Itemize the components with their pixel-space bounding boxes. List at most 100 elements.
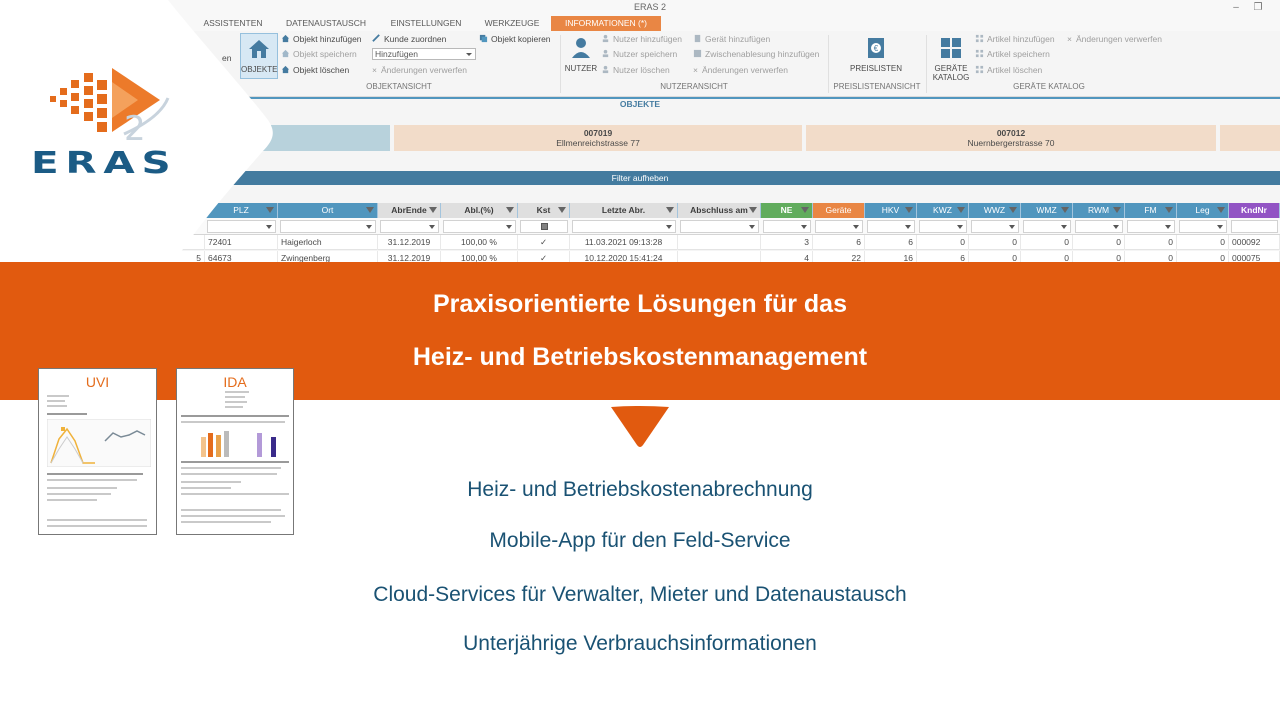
col-kndnr[interactable]: KndNr	[1229, 203, 1280, 218]
preislisten-button-label: PREISLISTEN	[850, 64, 903, 73]
doc-line	[181, 515, 285, 517]
filter-icon[interactable]	[749, 207, 757, 213]
device-icon	[694, 34, 701, 43]
filter-icon[interactable]	[905, 207, 913, 213]
nutzer-speichern-button[interactable]: Nutzer speichern	[601, 48, 677, 60]
filter-field[interactable]	[680, 220, 759, 233]
kunde-zuordnen-button[interactable]: Kunde zuordnen	[372, 33, 446, 45]
filter-icon[interactable]	[1217, 207, 1225, 213]
zwischenablesung-button[interactable]: Zwischenablesung hinzufügen	[693, 48, 819, 60]
object-card[interactable]	[1220, 125, 1280, 151]
maximize-icon[interactable]: ❐	[1250, 1, 1266, 14]
nutzer-loeschen-button[interactable]: Nutzer löschen	[601, 64, 670, 76]
grid-save-icon	[975, 49, 984, 58]
nutzer-aenderungen-verwerfen-button[interactable]: × Änderungen verwerfen	[693, 64, 788, 76]
col-fm[interactable]: FM	[1125, 203, 1177, 218]
filter-field[interactable]	[1023, 220, 1071, 233]
logo-backdrop: 2	[0, 0, 273, 262]
artikel-aenderungen-verwerfen-label: Änderungen verwerfen	[1075, 34, 1162, 44]
nutzer-hinzufuegen-button[interactable]: Nutzer hinzufügen	[601, 33, 682, 45]
artikel-hinzufuegen-button[interactable]: Artikel hinzufügen	[975, 33, 1055, 45]
objekt-speichern-button[interactable]: Objekt speichern	[281, 48, 357, 60]
catalog-grid-icon	[941, 38, 961, 58]
filter-icon[interactable]	[1165, 207, 1173, 213]
filter-field[interactable]	[971, 220, 1019, 233]
filter-field[interactable]	[1179, 220, 1227, 233]
uvi-thumbnail[interactable]: UVI	[38, 368, 157, 535]
feature-cloud-services: Cloud-Services für Verwalter, Mieter und…	[373, 583, 907, 606]
artikel-aenderungen-verwerfen-button[interactable]: × Änderungen verwerfen	[1067, 33, 1162, 45]
geraete-katalog-button[interactable]: GERÄTE KATALOG	[930, 33, 972, 82]
col-kst[interactable]: Kst	[518, 203, 570, 218]
col-wmz[interactable]: WMZ	[1021, 203, 1073, 218]
col-wwz[interactable]: WWZ	[969, 203, 1021, 218]
col-letzte-abr[interactable]: Letzte Abr.	[570, 203, 678, 218]
ida-thumbnail[interactable]: IDA	[176, 368, 294, 535]
objekt-loeschen-button[interactable]: Objekt löschen	[281, 64, 349, 76]
filter-icon[interactable]	[429, 207, 437, 213]
col-geraete[interactable]: Geräte	[813, 203, 865, 218]
filter-field[interactable]	[1231, 220, 1278, 233]
col-abl[interactable]: Abl.(%)	[441, 203, 518, 218]
doc-line	[181, 509, 281, 511]
filter-icon[interactable]	[366, 207, 374, 213]
artikel-speichern-button[interactable]: Artikel speichern	[975, 48, 1050, 60]
artikel-loeschen-button[interactable]: Artikel löschen	[975, 64, 1042, 76]
doc-line	[181, 467, 281, 469]
filter-checkbox[interactable]	[520, 220, 568, 233]
filter-icon[interactable]	[1009, 207, 1017, 213]
object-card[interactable]: 007012 Nuernbergerstrasse 70	[806, 125, 1216, 151]
col-geraete-label: Geräte	[825, 205, 852, 215]
filter-field[interactable]	[572, 220, 676, 233]
cell-leg: 0	[1177, 235, 1229, 250]
nutzer-button-label: NUTZER	[564, 64, 598, 73]
aenderungen-verwerfen-button[interactable]: × Änderungen verwerfen	[372, 64, 467, 76]
preislisten-button[interactable]: € PREISLISTEN	[850, 33, 902, 73]
ida-mini-chart	[201, 431, 276, 457]
cell-ort: Haigerloch	[278, 235, 378, 250]
object-card[interactable]: 007019 Ellmenreichstrasse 77	[394, 125, 802, 151]
filter-field[interactable]	[280, 220, 376, 233]
filter-icon[interactable]	[1061, 207, 1069, 213]
nutzer-button[interactable]: NUTZER	[563, 33, 599, 73]
filter-field[interactable]	[443, 220, 516, 233]
objekt-kopieren-button[interactable]: Objekt kopieren	[479, 33, 551, 45]
logo-superscript: 2	[124, 109, 146, 149]
ida-label: IDA	[223, 374, 247, 390]
filter-icon[interactable]	[957, 207, 965, 213]
filter-field[interactable]	[380, 220, 439, 233]
col-kwz[interactable]: KWZ	[917, 203, 969, 218]
tab-einstellungen[interactable]: EINSTELLUNGEN	[386, 16, 466, 31]
filter-field[interactable]	[763, 220, 811, 233]
filter-icon[interactable]	[801, 207, 809, 213]
filter-icon[interactable]	[666, 207, 674, 213]
col-ort[interactable]: Ort	[278, 203, 378, 218]
col-hkv[interactable]: HKV	[865, 203, 917, 218]
doc-line	[47, 405, 67, 407]
filter-field[interactable]	[1075, 220, 1123, 233]
objekt-hinzufuegen-button[interactable]: Objekt hinzufügen	[281, 33, 362, 45]
col-ne[interactable]: NE	[761, 203, 813, 218]
tab-datenaustausch[interactable]: DATENAUSTAUSCH	[282, 16, 370, 31]
filter-field[interactable]	[815, 220, 863, 233]
filter-field[interactable]	[1127, 220, 1175, 233]
geraet-hinzufuegen-button[interactable]: Gerät hinzufügen	[693, 33, 770, 45]
close-icon: ×	[1067, 34, 1072, 44]
filter-icon[interactable]	[1113, 207, 1121, 213]
cell-letzte-abr: 11.03.2021 09:13:28	[570, 235, 678, 250]
minimize-icon[interactable]: –	[1228, 1, 1244, 14]
tab-werkzeuge[interactable]: WERKZEUGE	[480, 16, 544, 31]
col-rwm-label: RWM	[1087, 205, 1110, 215]
col-abschluss[interactable]: Abschluss am	[678, 203, 761, 218]
filter-field[interactable]	[867, 220, 915, 233]
filter-field[interactable]	[919, 220, 967, 233]
col-rwm[interactable]: RWM	[1073, 203, 1125, 218]
col-leg[interactable]: Leg	[1177, 203, 1229, 218]
kunde-combo[interactable]: Hinzufügen	[372, 48, 476, 60]
group-nutzeransicht: NUTZERANSICHT	[660, 82, 728, 91]
filter-icon[interactable]	[558, 207, 566, 213]
filter-icon[interactable]	[506, 207, 514, 213]
col-letzte-abr-label: Letzte Abr.	[601, 205, 646, 215]
tab-informationen[interactable]: INFORMATIONEN (*)	[551, 16, 661, 31]
col-abrende[interactable]: AbrEnde	[378, 203, 441, 218]
